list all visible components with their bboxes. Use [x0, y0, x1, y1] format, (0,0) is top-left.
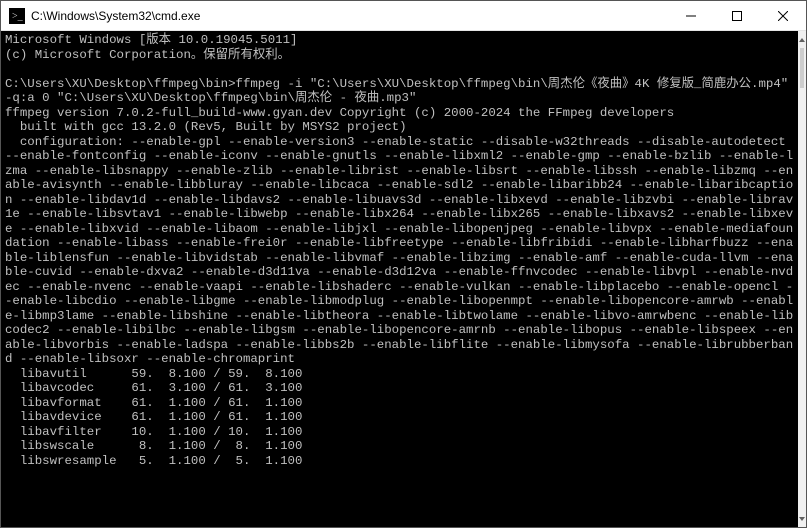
- vertical-scrollbar[interactable]: [798, 31, 806, 527]
- cmd-icon: >_: [9, 8, 25, 24]
- scroll-thumb[interactable]: [800, 48, 804, 88]
- titlebar[interactable]: >_ C:\Windows\System32\cmd.exe: [1, 1, 806, 31]
- scroll-track[interactable]: [798, 48, 806, 510]
- window-title: C:\Windows\System32\cmd.exe: [31, 9, 200, 23]
- cmd-window: >_ C:\Windows\System32\cmd.exe Microsoft…: [0, 0, 807, 528]
- close-button[interactable]: [760, 1, 806, 31]
- scroll-down-button[interactable]: [798, 510, 806, 527]
- scroll-up-button[interactable]: [798, 31, 806, 48]
- svg-text:>_: >_: [12, 11, 24, 22]
- client-area: Microsoft Windows [版本 10.0.19045.5011] (…: [1, 31, 806, 527]
- terminal-output[interactable]: Microsoft Windows [版本 10.0.19045.5011] (…: [1, 31, 798, 527]
- minimize-button[interactable]: [668, 1, 714, 31]
- maximize-button[interactable]: [714, 1, 760, 31]
